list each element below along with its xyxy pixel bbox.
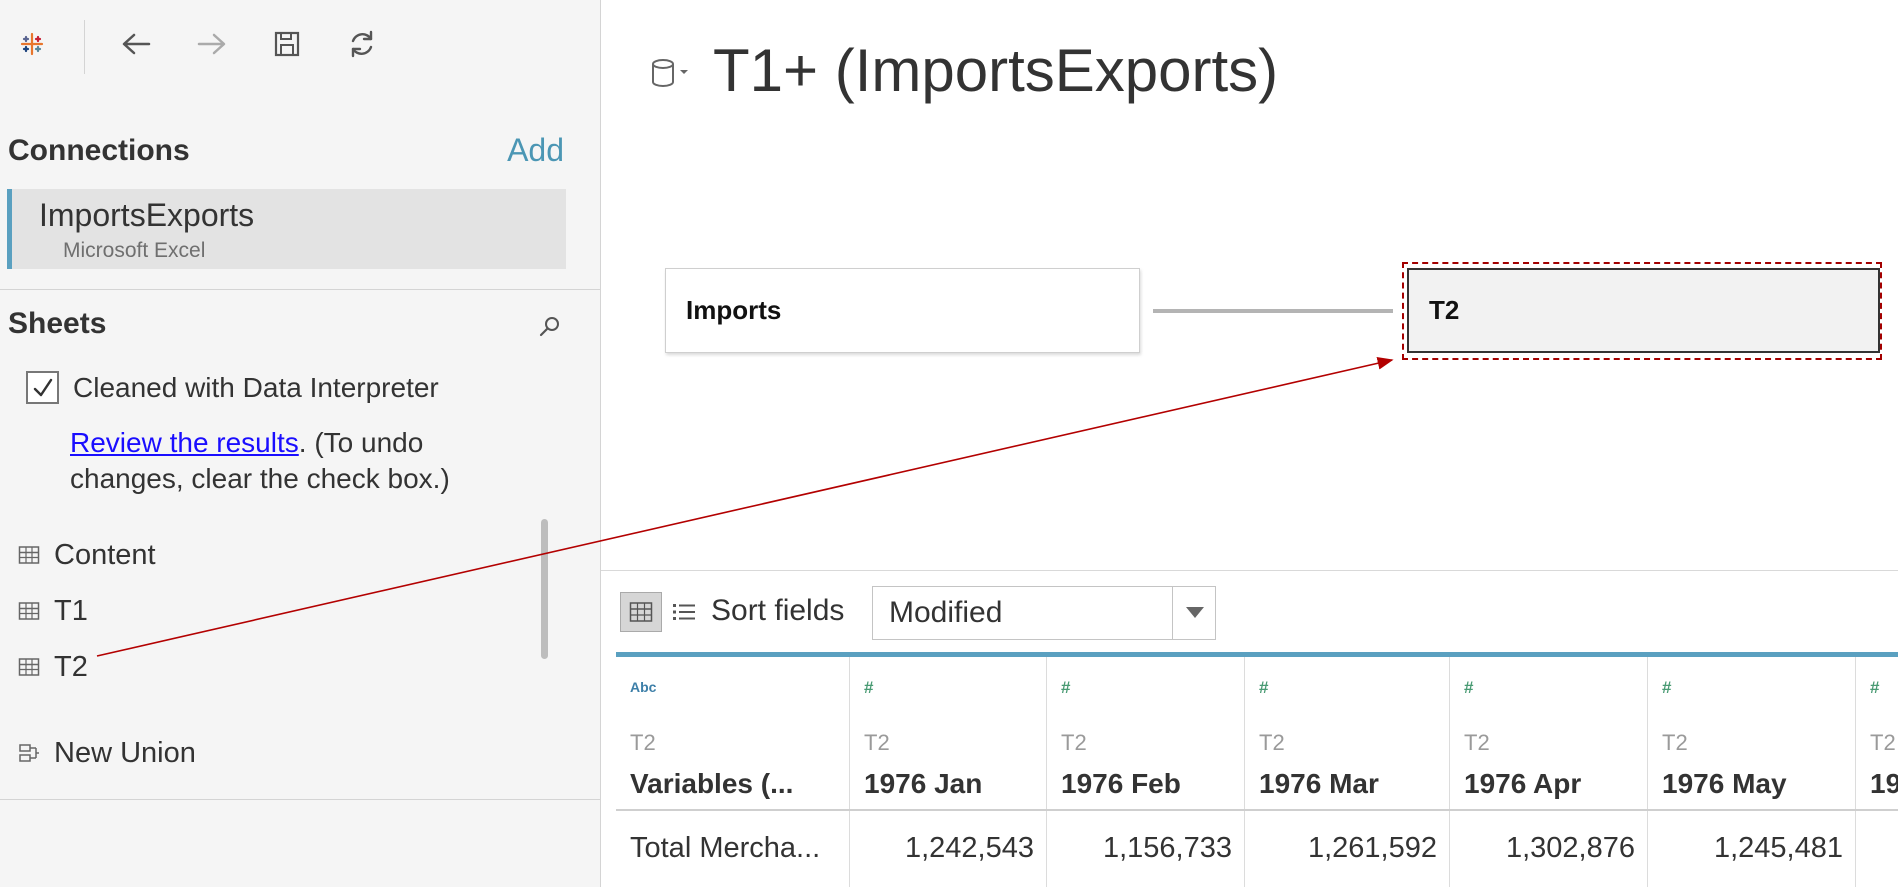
data-grid: Abc T2 Variables (... Total Mercha... # … xyxy=(616,652,1898,887)
page-title[interactable]: T1+ (ImportsExports) xyxy=(713,36,1278,105)
search-icon[interactable] xyxy=(538,314,562,338)
list-icon xyxy=(673,604,695,620)
table-cell[interactable]: Total Mercha... xyxy=(630,832,820,865)
checkmark-icon xyxy=(33,378,52,396)
data-interpreter-checkbox[interactable] xyxy=(26,371,59,404)
table-icon xyxy=(18,602,40,620)
grid-icon xyxy=(629,602,653,622)
grid-view-button[interactable] xyxy=(620,592,662,632)
sheet-label: New Union xyxy=(54,736,196,769)
forward-arrow-icon[interactable] xyxy=(190,22,234,66)
toolbar xyxy=(0,0,600,90)
grid-column-partial[interactable]: # T2 19 xyxy=(1856,657,1898,887)
grid-column-1976-mar[interactable]: # T2 1976 Mar 1,261,592 xyxy=(1245,657,1450,887)
grid-column-1976-feb[interactable]: # T2 1976 Feb 1,156,733 xyxy=(1047,657,1245,887)
string-type-icon[interactable]: Abc xyxy=(630,679,656,695)
join-line[interactable] xyxy=(1153,309,1393,313)
column-source: T2 xyxy=(630,730,656,755)
union-icon xyxy=(19,744,39,762)
column-name[interactable]: 1976 Jan xyxy=(864,768,982,800)
table-icon xyxy=(18,658,40,676)
sheet-label: Content xyxy=(54,538,156,571)
sheet-item-t2[interactable]: T2 xyxy=(18,647,88,687)
datasource-icon[interactable] xyxy=(650,56,694,92)
chevron-down-icon xyxy=(680,70,688,74)
column-source: T2 xyxy=(1464,730,1490,755)
sheet-label: T1 xyxy=(54,594,88,627)
grid-column-1976-apr[interactable]: # T2 1976 Apr 1,302,876 xyxy=(1450,657,1648,887)
column-name[interactable]: 1976 Apr xyxy=(1464,768,1581,800)
sheets-header: Sheets xyxy=(8,307,107,340)
table-icon xyxy=(18,546,40,564)
connections-header: Connections xyxy=(8,134,190,167)
table-cell[interactable]: 1,261,592 xyxy=(1308,832,1437,865)
left-panel: Connections Add ImportsExports Microsoft… xyxy=(0,0,601,887)
sort-fields-label: Sort fields xyxy=(711,594,845,627)
sheet-item-content[interactable]: Content xyxy=(18,535,156,575)
column-source: T2 xyxy=(1662,730,1688,755)
canvas-divider xyxy=(601,570,1898,571)
column-name[interactable]: 1976 Mar xyxy=(1259,768,1379,800)
select-separator xyxy=(1172,587,1173,639)
tableau-data-source-page: Connections Add ImportsExports Microsoft… xyxy=(0,0,1898,887)
table-box-imports[interactable]: Imports xyxy=(665,268,1140,353)
table-box-t2[interactable]: T2 xyxy=(1407,268,1880,353)
sheet-item-new-union[interactable]: New Union xyxy=(18,733,196,773)
connection-name: ImportsExports xyxy=(39,197,255,233)
table-cell[interactable]: 1,156,733 xyxy=(1103,832,1232,865)
column-name[interactable]: 1976 May xyxy=(1662,768,1787,800)
sheet-item-t1[interactable]: T1 xyxy=(18,591,88,631)
divider xyxy=(0,799,600,800)
sort-fields-select[interactable]: Modified xyxy=(872,586,1216,640)
chevron-down-icon[interactable] xyxy=(1186,607,1204,618)
table-cell[interactable]: 1,242,543 xyxy=(905,832,1034,865)
sort-fields-value: Modified xyxy=(889,596,1003,629)
toolbar-separator xyxy=(84,20,85,74)
list-view-button[interactable] xyxy=(668,596,700,628)
table-cell[interactable]: 1,245,481 xyxy=(1714,832,1843,865)
column-source: T2 xyxy=(864,730,890,755)
column-name[interactable]: Variables (... xyxy=(630,768,793,800)
number-type-icon[interactable]: # xyxy=(1061,678,1070,698)
grid-column-variables[interactable]: Abc T2 Variables (... Total Mercha... xyxy=(616,657,850,887)
number-type-icon[interactable]: # xyxy=(1464,678,1473,698)
divider xyxy=(0,289,600,290)
number-type-icon[interactable]: # xyxy=(1662,678,1671,698)
sheets-scrollbar[interactable] xyxy=(541,519,548,659)
column-name[interactable]: 1976 Feb xyxy=(1061,768,1181,800)
data-interpreter-label: Cleaned with Data Interpreter xyxy=(73,372,439,403)
table-cell[interactable]: 1,302,876 xyxy=(1506,832,1635,865)
column-source: T2 xyxy=(1870,730,1896,755)
number-type-icon[interactable]: # xyxy=(864,678,873,698)
refresh-icon[interactable] xyxy=(340,22,384,66)
grid-header-divider xyxy=(616,809,1898,811)
column-source: T2 xyxy=(1061,730,1087,755)
connection-type: Microsoft Excel xyxy=(63,239,206,262)
sheet-label: T2 xyxy=(54,650,88,683)
save-icon[interactable] xyxy=(265,22,309,66)
column-name[interactable]: 19 xyxy=(1870,768,1898,800)
review-results-text: Review the results. (To undo changes, cl… xyxy=(70,425,540,497)
number-type-icon[interactable]: # xyxy=(1259,678,1268,698)
grid-column-1976-jan[interactable]: # T2 1976 Jan 1,242,543 xyxy=(850,657,1047,887)
number-type-icon[interactable]: # xyxy=(1870,678,1879,698)
back-arrow-icon[interactable] xyxy=(114,22,158,66)
grid-column-1976-may[interactable]: # T2 1976 May 1,245,481 xyxy=(1648,657,1856,887)
review-results-link[interactable]: Review the results xyxy=(70,427,299,458)
add-connection-link[interactable]: Add xyxy=(507,132,564,169)
tableau-logo-icon[interactable] xyxy=(10,22,54,66)
column-source: T2 xyxy=(1259,730,1285,755)
connection-item[interactable]: ImportsExports Microsoft Excel xyxy=(7,189,566,269)
